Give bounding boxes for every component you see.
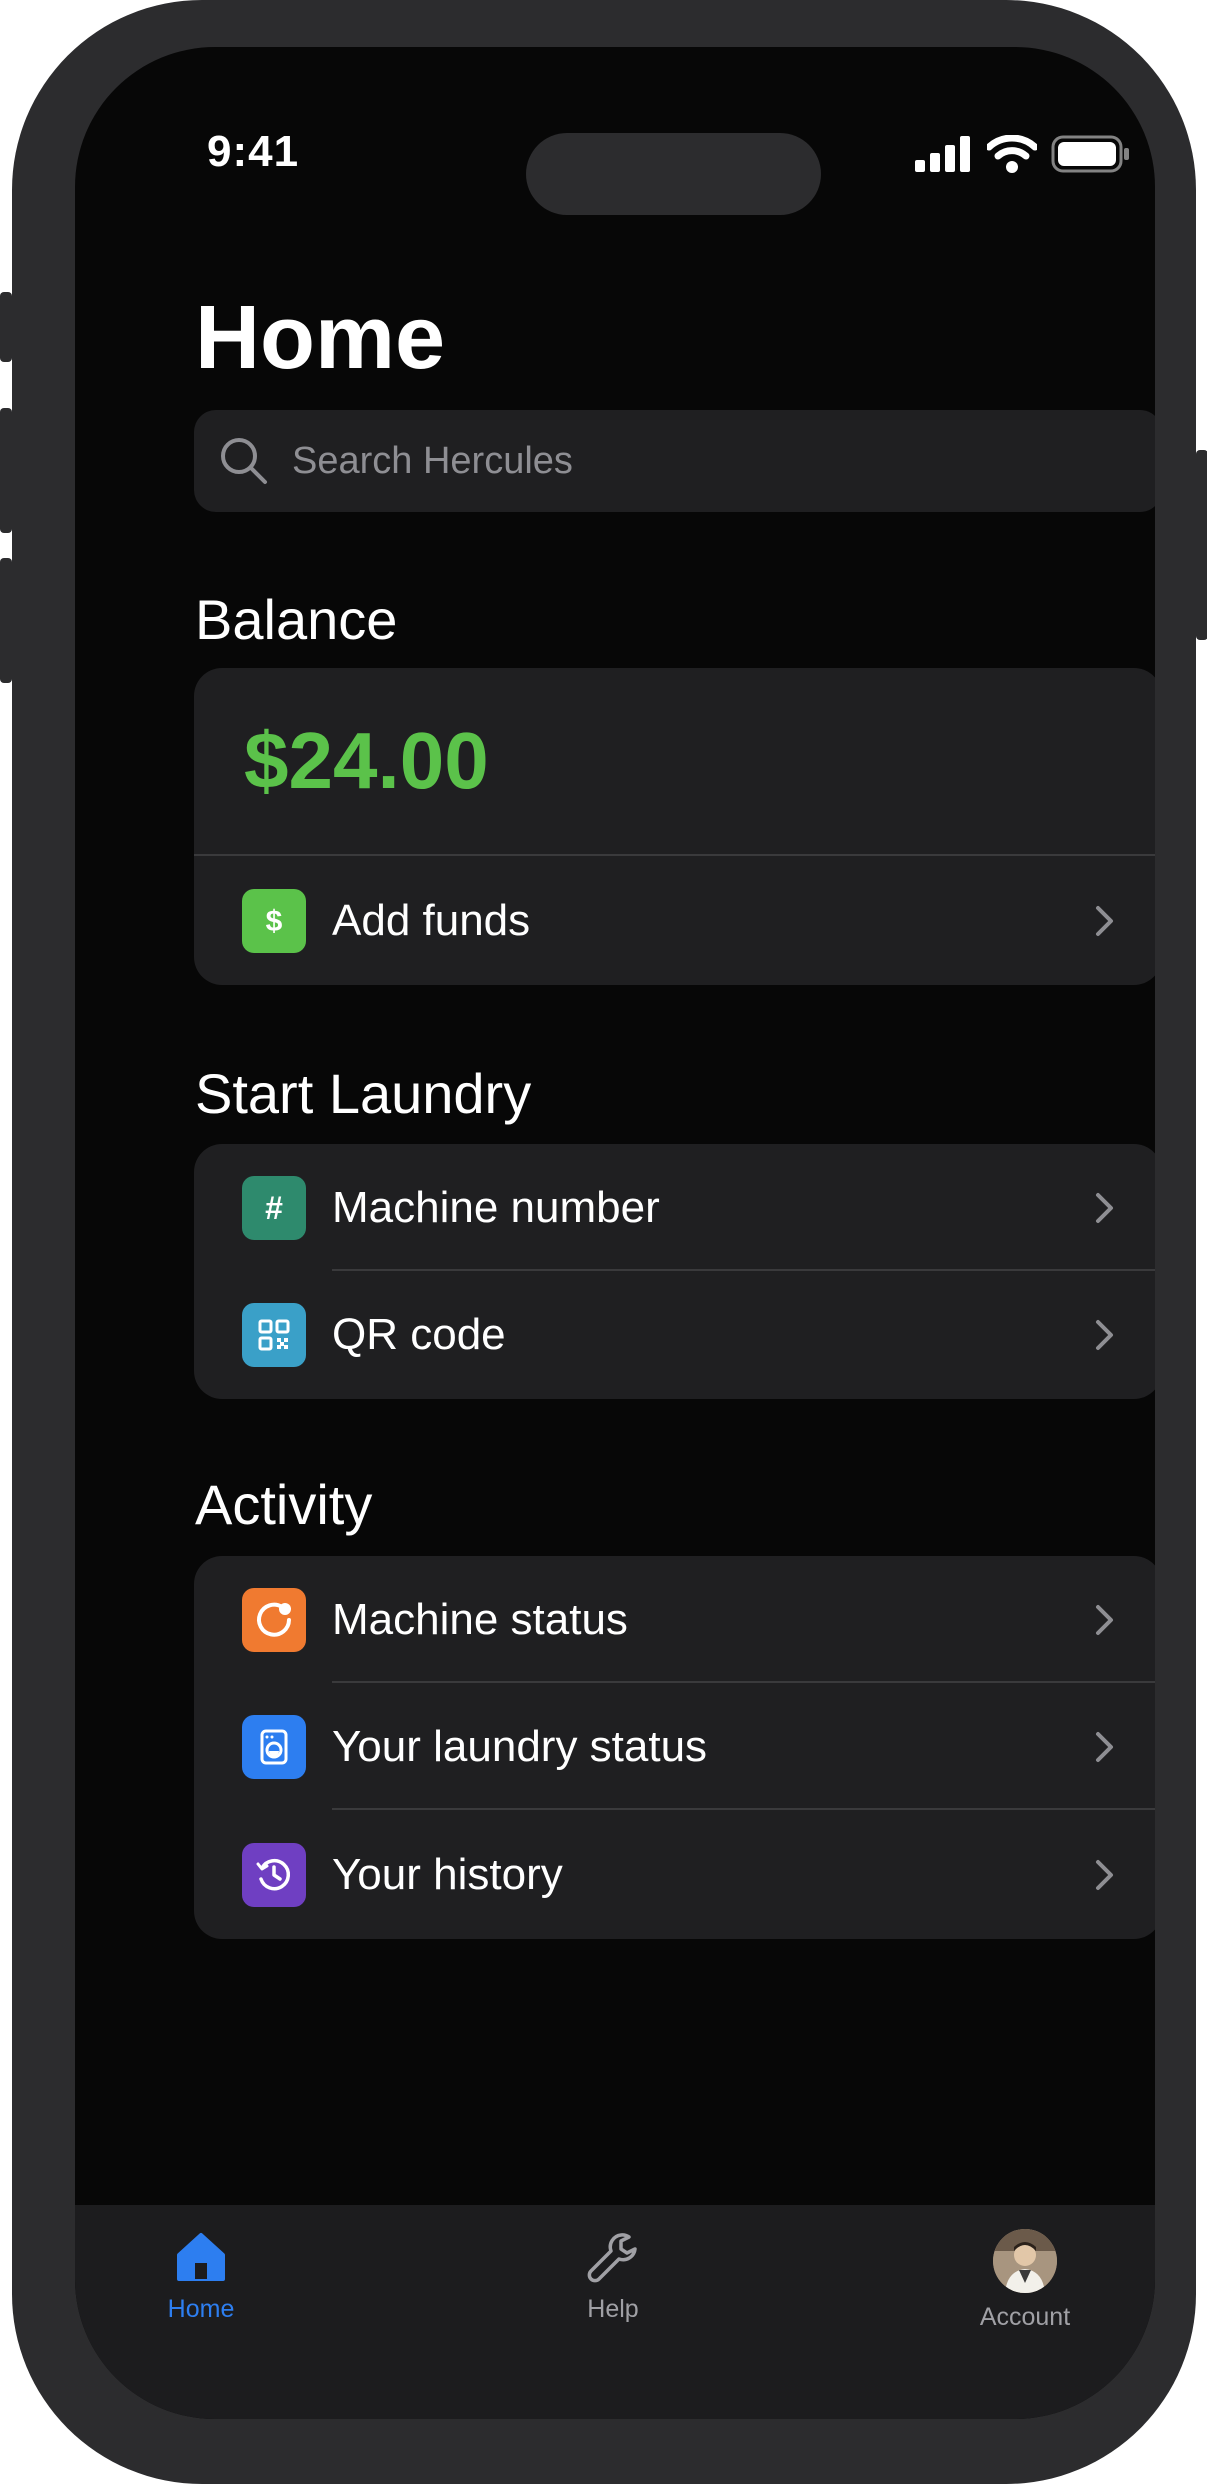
add-funds-label: Add funds	[332, 895, 531, 945]
qr-code-row[interactable]: QR code	[194, 1271, 1155, 1399]
chevron-right-icon	[1096, 1320, 1113, 1350]
history-clock-icon	[242, 1842, 306, 1907]
cellular-signal-icon	[915, 136, 970, 172]
search-bar[interactable]	[194, 410, 1155, 512]
home-icon	[177, 2233, 225, 2281]
start-laundry-section-title: Start Laundry	[195, 1062, 532, 1125]
machine-status-label: Machine status	[332, 1594, 628, 1644]
qr-code-label: QR code	[332, 1310, 506, 1359]
activity-card: Machine status Your laundry status Your …	[194, 1556, 1155, 1939]
balance-section-title: Balance	[195, 588, 398, 651]
power-button	[1196, 450, 1207, 640]
tab-account-label: Account	[979, 2303, 1071, 2331]
action-button	[0, 292, 12, 362]
search-icon	[221, 438, 267, 484]
battery-icon	[1051, 135, 1129, 173]
machine-number-row[interactable]: # Machine number	[194, 1144, 1155, 1271]
wrench-icon	[587, 2233, 637, 2283]
chevron-right-icon	[1096, 1192, 1113, 1223]
chevron-right-icon	[1096, 905, 1113, 936]
chevron-right-icon	[1096, 1859, 1113, 1890]
search-input[interactable]	[290, 438, 1155, 484]
history-label: Your history	[332, 1849, 563, 1899]
tab-help-label: Help	[587, 2295, 639, 2323]
add-funds-row[interactable]: $ Add funds	[194, 856, 1155, 985]
tab-help[interactable]: Help	[543, 2229, 683, 2324]
chevron-right-icon	[1096, 1604, 1113, 1635]
page-title: Home	[195, 288, 446, 388]
dynamic-island	[526, 133, 821, 215]
svg-text:#: #	[265, 1190, 283, 1226]
screen: 9:41 Home Search Hercules Balance $24.00…	[75, 47, 1155, 2419]
machine-status-row[interactable]: Machine status	[194, 1556, 1155, 1683]
balance-card: $24.00 $ Add funds	[194, 668, 1155, 985]
activity-section-title: Activity	[195, 1473, 373, 1536]
tab-bar: Home Help Account	[75, 2205, 1155, 2419]
tab-account[interactable]: Account	[955, 2229, 1095, 2332]
chevron-right-icon	[1096, 1731, 1113, 1762]
laundry-status-label: Your laundry status	[332, 1721, 708, 1771]
phone-frame: 9:41 Home Search Hercules Balance $24.00…	[0, 0, 1207, 2484]
volume-down-button	[0, 558, 12, 683]
machine-number-label: Machine number	[332, 1182, 660, 1232]
laundry-status-row[interactable]: Your laundry status	[194, 1683, 1155, 1810]
washer-icon	[242, 1714, 306, 1779]
svg-text:$: $	[266, 905, 283, 938]
dollar-icon: $	[242, 888, 306, 953]
balance-amount: $24.00	[194, 668, 1155, 856]
avatar	[993, 2229, 1057, 2293]
status-time: 9:41	[207, 127, 300, 176]
machine-status-icon	[242, 1587, 306, 1652]
start-laundry-card: # Machine number QR code	[194, 1144, 1155, 1399]
tab-home-label: Home	[167, 2295, 235, 2323]
tab-home[interactable]: Home	[131, 2229, 271, 2324]
status-icons	[915, 135, 1131, 173]
hash-icon: #	[242, 1175, 306, 1240]
wifi-icon	[987, 135, 1037, 173]
volume-up-button	[0, 408, 12, 533]
qr-code-icon	[242, 1303, 306, 1367]
history-row[interactable]: Your history	[194, 1810, 1155, 1939]
